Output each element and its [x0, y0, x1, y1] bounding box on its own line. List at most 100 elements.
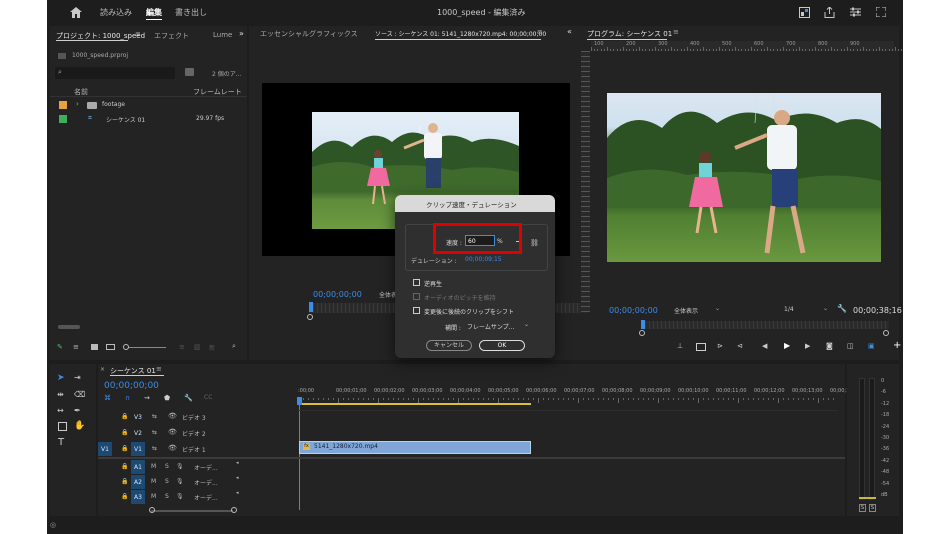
pencil-icon[interactable]: ✎ [57, 343, 63, 351]
timeline-ruler[interactable]: :00;00 00;00;01;00 00;00;02;00 00;00;03;00 0… [298, 388, 852, 404]
zoom-slider-track[interactable] [126, 347, 166, 348]
solo-button[interactable]: S [165, 493, 169, 500]
mute-button[interactable]: M [151, 493, 156, 500]
settings-icon[interactable] [848, 5, 862, 19]
go-to-in-icon[interactable]: ⊲ [737, 342, 743, 350]
fullscreen-icon[interactable] [874, 5, 888, 19]
bin-icon[interactable] [185, 68, 194, 76]
lock-icon[interactable]: 🔒 [121, 445, 128, 452]
track-target[interactable]: V2 [131, 426, 145, 440]
audio-track-header[interactable]: 🔒 A3 M S 🎙 オーデ... ◂ [98, 490, 334, 505]
slip-tool-icon[interactable]: ↔ [57, 406, 64, 415]
lock-icon[interactable]: 🔒 [121, 463, 128, 470]
list-item-footage[interactable]: › footage [50, 99, 247, 112]
solo-button-left[interactable]: S [859, 504, 866, 512]
tab-import[interactable]: 読み込み [100, 7, 132, 18]
duration-value[interactable]: 00;00;09;15 [465, 256, 502, 263]
mute-button[interactable]: M [151, 463, 156, 470]
sync-lock-icon[interactable]: ⇆ [152, 429, 157, 436]
program-zoom-select[interactable]: 全体表示 [674, 306, 698, 315]
add-button-icon[interactable]: + [893, 340, 901, 351]
tab-project-menu-icon[interactable]: ≡ [135, 30, 141, 38]
status-icon[interactable]: ◎ [50, 521, 56, 529]
close-icon[interactable]: × [100, 366, 105, 373]
track-target[interactable]: A3 [131, 490, 145, 504]
solo-button-right[interactable]: S [869, 504, 876, 512]
play-icon[interactable]: ▶ [784, 341, 790, 350]
chevron-right-icon[interactable]: › [76, 100, 79, 108]
tab-source-menu-icon[interactable]: ≡ [537, 28, 543, 36]
timeline-timecode[interactable]: 00;00;00;00 [104, 381, 159, 391]
playback-resolution-select[interactable]: 1/4 [784, 306, 794, 313]
playhead-marker[interactable] [309, 302, 313, 312]
eye-icon[interactable]: 👁 [168, 444, 177, 452]
camera-icon[interactable]: ◙ [826, 342, 833, 350]
new-bin-icon[interactable]: 新 [209, 343, 215, 352]
playhead-marker[interactable] [641, 320, 645, 329]
program-timecode[interactable]: 00;00;00;00 [609, 306, 658, 315]
cancel-button[interactable]: キャンセル [426, 340, 472, 351]
icon-view-icon[interactable] [91, 344, 98, 350]
automate-icon[interactable]: ▥ [194, 343, 201, 351]
add-marker-icon[interactable]: ⬟ [164, 394, 170, 402]
timeline-horizontal-scroll[interactable] [151, 510, 233, 512]
vr-view-icon[interactable]: ▣ [868, 342, 875, 350]
nest-icon[interactable]: ⌘ [104, 394, 111, 402]
linked-selection-icon[interactable]: ⇝ [144, 394, 150, 402]
sequence-menu-icon[interactable]: ≡ [156, 365, 162, 373]
ripple-edit-tool-icon[interactable]: ⇹ [57, 390, 64, 399]
panel-collapse-icon[interactable]: « [567, 27, 572, 36]
microphone-icon[interactable]: 🎙 [176, 463, 184, 470]
chevron-down-icon[interactable]: ⌄ [823, 305, 828, 312]
track-target[interactable]: A2 [131, 475, 145, 489]
scroll-handle-right[interactable] [883, 330, 889, 336]
lock-icon[interactable]: 🔒 [121, 493, 128, 500]
ok-button[interactable]: OK [479, 340, 525, 351]
snap-icon[interactable]: ∩ [125, 394, 130, 402]
mute-button[interactable]: M [151, 478, 156, 485]
scroll-handle-left[interactable] [639, 330, 645, 336]
track-target[interactable]: A1 [131, 460, 145, 474]
scroll-handle-left[interactable] [307, 314, 313, 320]
checkbox-reverse[interactable] [413, 279, 420, 286]
eye-icon[interactable]: 👁 [168, 412, 177, 420]
track-target[interactable]: V1 [131, 442, 145, 456]
sort-icon[interactable]: ≡ [179, 343, 185, 351]
program-scrub-bar[interactable] [641, 321, 889, 329]
home-icon[interactable] [69, 5, 83, 19]
solo-button[interactable]: S [165, 463, 169, 470]
list-view-icon[interactable]: ≡ [73, 343, 79, 351]
lock-icon[interactable]: 🔒 [121, 429, 128, 436]
safe-margins-icon[interactable] [696, 343, 706, 351]
work-area-bar[interactable] [300, 403, 531, 405]
tab-edit[interactable]: 編集 [146, 7, 162, 18]
track-expand-icon[interactable]: ◂ [236, 460, 239, 466]
sync-lock-icon[interactable]: ⇆ [152, 445, 157, 452]
horizontal-scrollbar[interactable] [58, 325, 80, 329]
selection-tool-icon[interactable]: ➤ [57, 373, 65, 383]
tab-export[interactable]: 書き出し [175, 7, 207, 18]
mark-out-icon[interactable]: ⊳ [717, 342, 723, 350]
tab-lumetri[interactable]: Lume [213, 31, 232, 39]
source-timecode[interactable]: 00;00;00;00 [313, 290, 362, 299]
audio-track-header[interactable]: 🔒 A2 M S 🎙 オーデ... ◂ [98, 475, 334, 490]
rectangle-tool-icon[interactable] [58, 422, 67, 431]
track-select-tool-icon[interactable]: ⇥ [74, 373, 81, 382]
scroll-handle-right[interactable] [231, 507, 237, 513]
freeform-view-icon[interactable] [106, 344, 115, 350]
microphone-icon[interactable]: 🎙 [176, 493, 184, 500]
tab-source[interactable]: ソース : シーケンス 01: 5141_1280x720.mp4: 00;00… [375, 29, 546, 38]
pen-tool-icon[interactable]: ✒ [74, 406, 81, 415]
link-chain-icon[interactable]: ⛓ [530, 239, 539, 247]
type-tool-icon[interactable]: T [58, 437, 64, 448]
workspaces-icon[interactable] [797, 5, 811, 19]
search-input[interactable]: ⌕ [55, 67, 175, 79]
hand-tool-icon[interactable]: ✋ [74, 421, 85, 431]
checkbox-ripple[interactable] [413, 307, 420, 314]
eye-icon[interactable]: 👁 [168, 428, 177, 436]
wrench-icon[interactable]: 🔧 [837, 304, 847, 313]
list-item-sequence[interactable]: ⌗ シーケンス 01 29.97 fps [50, 113, 247, 126]
razor-tool-icon[interactable]: ⌫ [74, 390, 85, 399]
track-target[interactable]: V3 [131, 410, 145, 424]
wrench-icon[interactable]: 🔧 [184, 394, 193, 402]
